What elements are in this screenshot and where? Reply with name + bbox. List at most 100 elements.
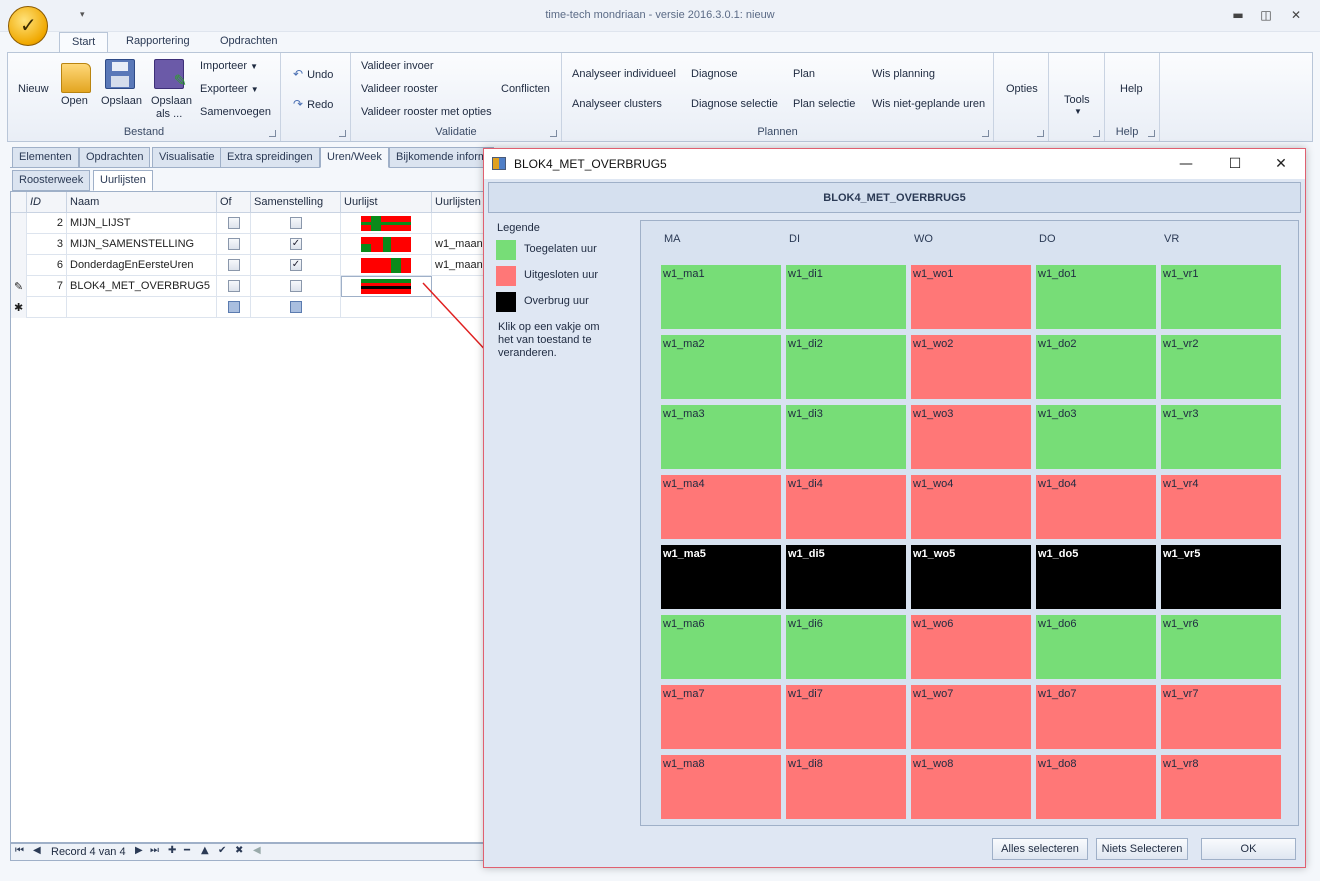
tab-opdrachten-doc[interactable]: Opdrachten (79, 147, 151, 168)
slot-wo7[interactable]: w1_wo7 (911, 685, 1031, 749)
slot-vr3[interactable]: w1_vr3 (1161, 405, 1281, 469)
of-checkbox[interactable] (228, 217, 240, 229)
slot-vr2[interactable]: w1_vr2 (1161, 335, 1281, 399)
cancel-record-icon[interactable]: ✖ (235, 845, 243, 856)
dialog-launcher-icon[interactable] (1148, 130, 1155, 137)
of-checkbox[interactable] (228, 259, 240, 271)
slot-wo8[interactable]: w1_wo8 (911, 755, 1031, 819)
dialog-launcher-icon[interactable] (269, 130, 276, 137)
slot-wo4[interactable]: w1_wo4 (911, 475, 1031, 539)
column-header-uurlijsten[interactable]: Uurlijsten (432, 192, 483, 213)
slot-di1[interactable]: w1_di1 (786, 265, 906, 329)
slot-do5[interactable]: w1_do5 (1036, 545, 1156, 609)
slot-ma1[interactable]: w1_ma1 (661, 265, 781, 329)
slot-wo5[interactable]: w1_wo5 (911, 545, 1031, 609)
slot-di3[interactable]: w1_di3 (786, 405, 906, 469)
slot-vr6[interactable]: w1_vr6 (1161, 615, 1281, 679)
valideer-rooster-opties-button[interactable]: Valideer rooster met opties (361, 106, 492, 118)
slot-wo3[interactable]: w1_wo3 (911, 405, 1031, 469)
opslaan-als-label[interactable]: als ... (156, 108, 182, 120)
slot-do8[interactable]: w1_do8 (1036, 755, 1156, 819)
slot-do1[interactable]: w1_do1 (1036, 265, 1156, 329)
ok-button[interactable]: OK (1201, 838, 1296, 860)
slot-ma5[interactable]: w1_ma5 (661, 545, 781, 609)
cell-uurlijst[interactable] (341, 255, 432, 276)
slot-vr7[interactable]: w1_vr7 (1161, 685, 1281, 749)
slot-di8[interactable]: w1_di8 (786, 755, 906, 819)
cell-id[interactable]: 6 (27, 255, 67, 276)
cell-uurlijst[interactable] (341, 276, 432, 297)
undo-button[interactable]: ↶ Undo (293, 67, 333, 81)
column-header-id[interactable]: ID (27, 192, 67, 213)
slot-ma6[interactable]: w1_ma6 (661, 615, 781, 679)
slot-wo1[interactable]: w1_wo1 (911, 265, 1031, 329)
cell-naam[interactable]: BLOK4_MET_OVERBRUG5 (67, 276, 217, 297)
slot-do2[interactable]: w1_do2 (1036, 335, 1156, 399)
column-header-uurlijst[interactable]: Uurlijst (341, 192, 432, 213)
slot-di2[interactable]: w1_di2 (786, 335, 906, 399)
cell-naam[interactable] (67, 297, 217, 318)
new-row[interactable]: ✱ (11, 297, 483, 318)
cell-id[interactable]: 2 (27, 213, 67, 234)
edit-record-icon[interactable]: ▲ (201, 845, 209, 856)
select-none-button[interactable]: Niets Selecteren (1096, 838, 1188, 860)
slot-do3[interactable]: w1_do3 (1036, 405, 1156, 469)
valideer-rooster-button[interactable]: Valideer rooster (361, 83, 438, 95)
column-header-of[interactable]: Of (217, 192, 251, 213)
tab-start[interactable]: Start (59, 32, 109, 53)
cell-uurlijst[interactable] (341, 213, 432, 234)
diagnose-selectie-button[interactable]: Diagnose selectie (691, 98, 778, 110)
nieuw-button[interactable]: Nieuw (18, 83, 49, 95)
minimize-icon[interactable]: — (1175, 155, 1197, 173)
dialog-launcher-icon[interactable] (339, 130, 346, 137)
opslaan-als-button[interactable]: Opslaan (151, 95, 192, 107)
tab-rapportering[interactable]: Rapportering (114, 32, 202, 53)
slot-di5[interactable]: w1_di5 (786, 545, 906, 609)
exporteer-button[interactable]: Exporteer ▼ (200, 83, 259, 95)
importeer-button[interactable]: Importeer ▼ (200, 60, 258, 72)
samenstelling-checkbox[interactable] (290, 280, 302, 292)
delete-record-icon[interactable]: ━ (184, 845, 190, 856)
last-record-icon[interactable]: ⏭ (150, 845, 159, 856)
opties-button[interactable]: Opties (1006, 83, 1038, 95)
slot-vr5[interactable]: w1_vr5 (1161, 545, 1281, 609)
conflicten-button[interactable]: Conflicten (501, 83, 550, 95)
slot-ma2[interactable]: w1_ma2 (661, 335, 781, 399)
slot-ma3[interactable]: w1_ma3 (661, 405, 781, 469)
samenstelling-checkbox[interactable] (290, 217, 302, 229)
scroll-left-icon[interactable]: ◀ (253, 845, 261, 856)
chevron-down-icon[interactable]: ▼ (1074, 107, 1082, 116)
column-header-samenstelling[interactable]: Samenstelling (251, 192, 341, 213)
cell-naam[interactable]: MIJN_LIJST (67, 213, 217, 234)
tab-bijkomende-informatie[interactable]: Bijkomende inform (389, 147, 495, 168)
analyseer-individueel-button[interactable]: Analyseer individueel (572, 68, 676, 80)
cell-uurlijsten[interactable]: w1_maand (432, 255, 483, 276)
cell-naam[interactable]: DonderdagEnEersteUren (67, 255, 217, 276)
samenstelling-checkbox[interactable]: ✓ (290, 259, 302, 271)
cell-id[interactable] (27, 297, 67, 318)
slot-di6[interactable]: w1_di6 (786, 615, 906, 679)
diagnose-button[interactable]: Diagnose (691, 68, 737, 80)
samenvoegen-button[interactable]: Samenvoegen (200, 106, 271, 118)
table-row[interactable]: ✎ 7 BLOK4_MET_OVERBRUG5 (11, 276, 483, 297)
close-icon[interactable]: ✕ (1270, 155, 1292, 173)
slot-do7[interactable]: w1_do7 (1036, 685, 1156, 749)
valideer-invoer-button[interactable]: Valideer invoer (361, 60, 434, 72)
tab-opdrachten[interactable]: Opdrachten (208, 32, 289, 53)
dialog-launcher-icon[interactable] (982, 130, 989, 137)
dialog-launcher-icon[interactable] (1037, 130, 1044, 137)
restore-icon[interactable]: ◫ (1256, 7, 1276, 23)
slot-do6[interactable]: w1_do6 (1036, 615, 1156, 679)
first-record-icon[interactable]: ⏮ (15, 845, 24, 856)
cell-id[interactable]: 7 (27, 276, 67, 297)
table-row[interactable]: 3 MIJN_SAMENSTELLING ✓ w1_maand (11, 234, 483, 255)
slot-vr8[interactable]: w1_vr8 (1161, 755, 1281, 819)
open-button[interactable]: Open (61, 95, 88, 107)
slot-ma7[interactable]: w1_ma7 (661, 685, 781, 749)
cell-uurlijst[interactable] (341, 234, 432, 255)
select-all-button[interactable]: Alles selecteren (992, 838, 1088, 860)
tab-uren-week[interactable]: Uren/Week (320, 147, 389, 168)
plan-button[interactable]: Plan (793, 68, 815, 80)
plan-selectie-button[interactable]: Plan selectie (793, 98, 855, 110)
samenstelling-checkbox[interactable]: ✓ (290, 238, 302, 250)
